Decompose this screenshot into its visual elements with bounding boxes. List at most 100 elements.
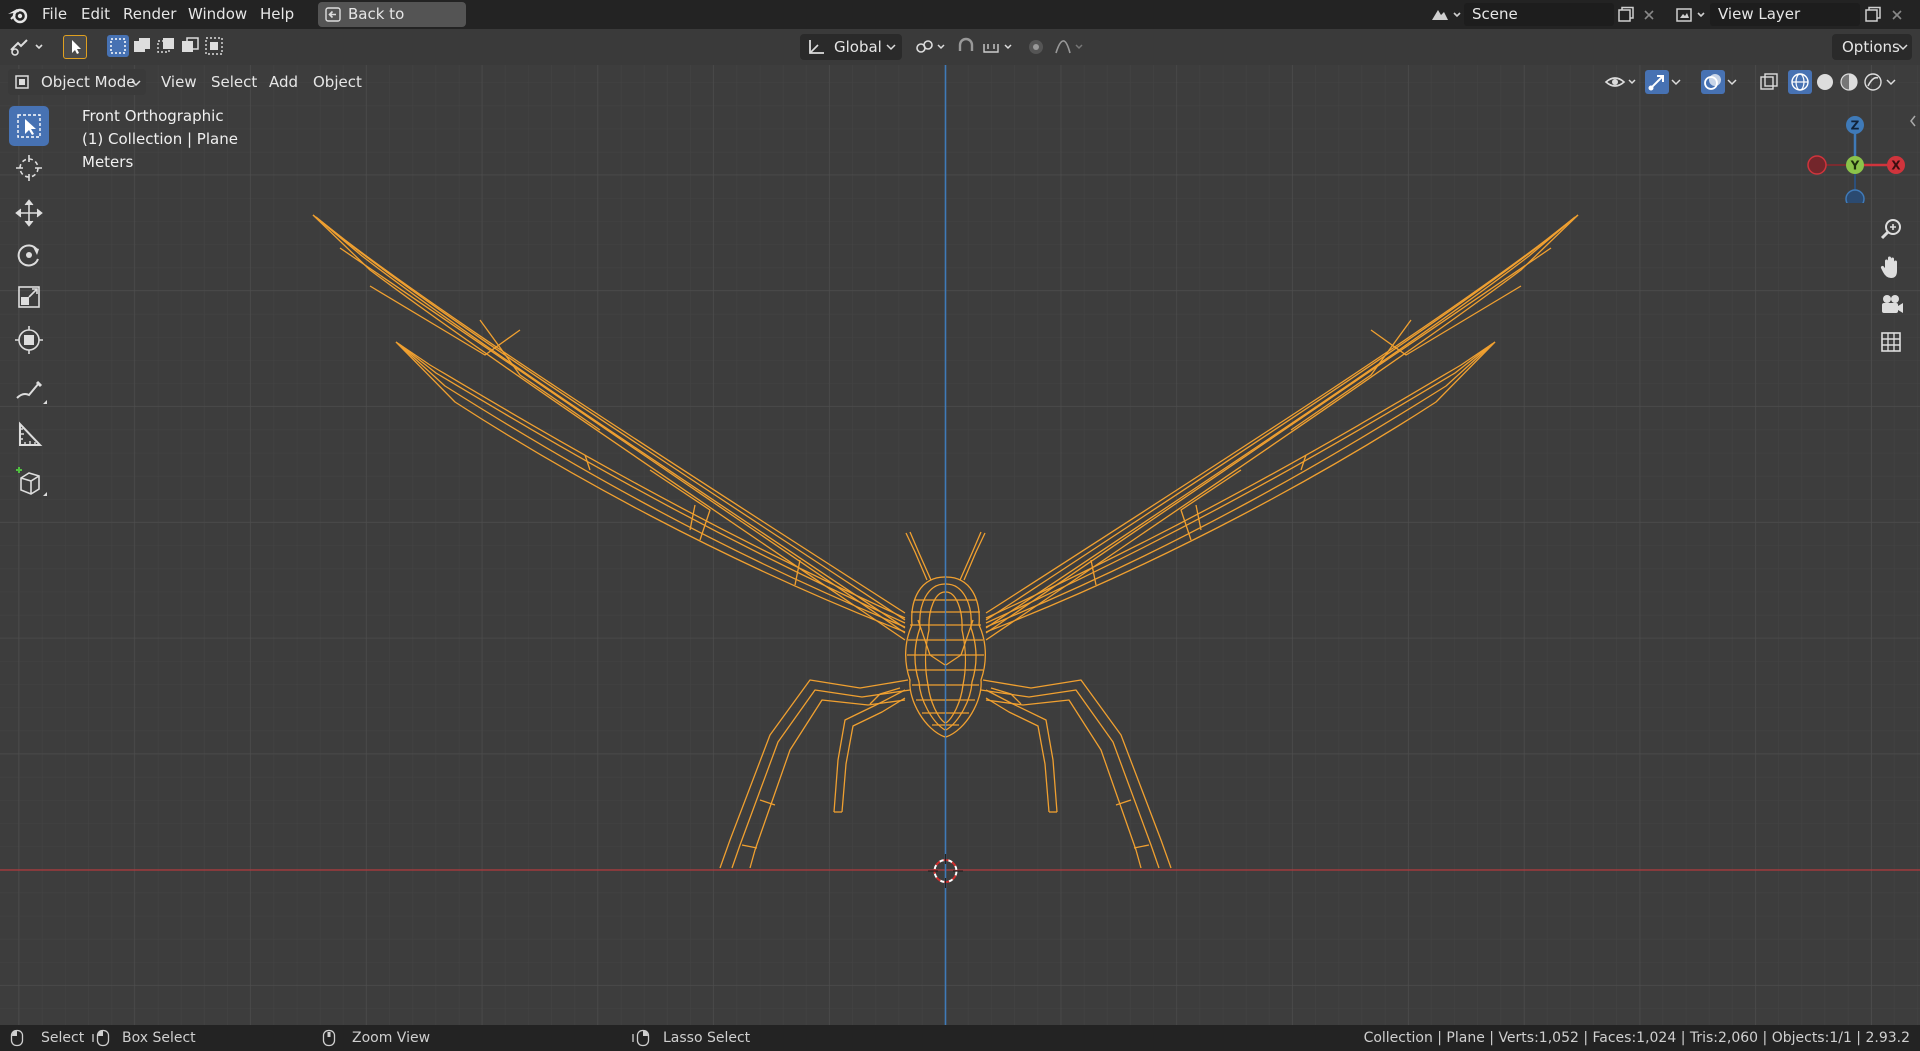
select-subtract-icon (157, 38, 174, 53)
viewport-menu-select[interactable]: Select (211, 69, 257, 95)
view-name-label: Front Orthographic (82, 107, 224, 125)
status-zoom-view-hint: Zoom View (352, 1030, 431, 1046)
wireframe-sphere-icon (1791, 73, 1809, 91)
status-box-select-hint: Box Select (122, 1030, 196, 1046)
object-mode-dropdown[interactable]: Object Mode (8, 69, 146, 95)
chevron-down-icon[interactable] (1725, 77, 1739, 87)
scene-name-field[interactable]: Scene (1464, 3, 1614, 26)
menu-render[interactable]: Render (123, 0, 176, 29)
orientation-axes-icon (809, 40, 824, 54)
status-lasso-select-hint: Lasso Select (663, 1030, 751, 1046)
viewport-menu-add[interactable]: Add (269, 69, 298, 95)
viewport-canvas[interactable] (0, 65, 1920, 1025)
gizmo-x-label: X (1891, 159, 1901, 173)
visibility-eye-icon[interactable] (1603, 71, 1639, 93)
pan-hand-icon[interactable] (1876, 252, 1906, 282)
menu-file[interactable]: File (42, 0, 67, 29)
blender-logo-icon[interactable] (7, 5, 29, 25)
selection-mode-invert-button[interactable] (179, 35, 201, 57)
chevron-down-icon (886, 44, 896, 51)
rotate-icon (17, 244, 39, 267)
solid-shading-icon[interactable] (1813, 71, 1837, 95)
rendered-shading-icon[interactable] (1861, 71, 1885, 95)
transform-orientation-dropdown[interactable]: Global (800, 34, 902, 60)
select-extend-icon (134, 38, 150, 52)
selection-mode-subtract-button[interactable] (155, 35, 177, 57)
grid-major (0, 65, 1920, 1025)
add-cube-icon (16, 467, 47, 496)
cursor-arrow-icon (72, 40, 81, 54)
scene-name-value: Scene (1472, 5, 1518, 23)
viewport-menu-view[interactable]: View (161, 69, 197, 95)
viewport-menu-object[interactable]: Object (313, 69, 362, 95)
sidebar-toggle-icon[interactable] (1908, 114, 1918, 128)
back-arrow-icon (325, 7, 341, 22)
chevron-down-icon[interactable] (1884, 77, 1898, 87)
view-layer-name-field[interactable]: View Layer (1710, 3, 1860, 26)
units-label: Meters (82, 153, 134, 171)
status-bar: Select Box Select Zoom View Lasso Select… (0, 1025, 1920, 1051)
tool-rotate[interactable] (9, 235, 49, 275)
transform-orientation-value: Global (834, 38, 882, 56)
tool-add-cube[interactable] (9, 462, 49, 502)
back-to-previous-button[interactable]: Back to Previous (318, 2, 466, 48)
selection-mode-extend-button[interactable] (131, 35, 153, 57)
remove-view-layer-icon[interactable] (1890, 8, 1904, 22)
mouse-left-icon (10, 1029, 24, 1047)
tool-select-box[interactable] (9, 106, 49, 146)
snapping-controls[interactable] (955, 34, 1017, 60)
proportional-editing-icon (1029, 40, 1083, 54)
object-mode-icon (15, 75, 29, 89)
options-dropdown[interactable]: Options (1832, 34, 1912, 60)
move-arrows-icon (15, 199, 43, 227)
pivot-point-dropdown[interactable] (910, 34, 948, 60)
mouse-middle-icon (322, 1029, 336, 1047)
view-layer-browse-icon[interactable] (1674, 5, 1710, 25)
chevron-down-icon (131, 80, 141, 87)
material-preview-icon[interactable] (1837, 71, 1861, 95)
gizmo-toggle-button[interactable] (1645, 70, 1669, 94)
xray-toggle-icon[interactable] (1758, 71, 1780, 93)
menu-window[interactable]: Window (188, 0, 247, 29)
navigation-gizmo[interactable]: Z Y X (1800, 103, 1910, 203)
menu-help[interactable]: Help (260, 0, 294, 29)
gizmo-y-label: Y (1850, 159, 1860, 173)
tool-measure[interactable] (9, 415, 49, 455)
menu-edit[interactable]: Edit (81, 0, 110, 29)
overlays-toggle-button[interactable] (1701, 70, 1725, 94)
editor-type-icon[interactable] (8, 36, 48, 58)
gizmo-arrow-icon (1648, 75, 1664, 91)
object-mode-label: Object Mode (41, 73, 136, 91)
mouse-drag-icon (92, 1029, 110, 1047)
tool-header: Global Options (0, 29, 1920, 65)
scene-statistics: Collection | Plane | Verts:1,052 | Faces… (1363, 1030, 1910, 1046)
tool-annotate[interactable] (9, 370, 49, 410)
tool-transform[interactable] (9, 320, 49, 360)
tool-scale[interactable] (9, 277, 49, 317)
selection-mode-new-button[interactable] (107, 35, 129, 57)
zoom-magnifier-icon[interactable] (1876, 215, 1906, 245)
select-new-icon (110, 38, 126, 54)
remove-scene-icon[interactable] (1642, 8, 1656, 22)
select-invert-icon (182, 37, 199, 52)
shading-wireframe-button[interactable] (1788, 70, 1812, 94)
tool-move[interactable] (9, 193, 49, 233)
active-object-label: (1) Collection | Plane (82, 130, 238, 148)
3d-viewport[interactable]: Object Mode View Select Add Object Front… (0, 65, 1920, 1025)
chevron-down-icon[interactable] (1669, 77, 1683, 87)
new-scene-icon[interactable] (1617, 6, 1635, 24)
status-select-hint: Select (41, 1030, 85, 1046)
select-box-icon (17, 114, 41, 138)
selection-mode-intersect-button[interactable] (203, 35, 225, 57)
annotate-pencil-icon (16, 380, 47, 404)
perspective-grid-icon[interactable] (1876, 327, 1906, 357)
measure-ruler-icon (19, 421, 43, 446)
mouse-right-drag-icon (632, 1029, 650, 1047)
select-tool-button[interactable] (63, 35, 87, 59)
tool-cursor[interactable] (9, 148, 49, 188)
camera-view-icon[interactable] (1876, 290, 1906, 320)
proportional-editing-controls[interactable] (1024, 34, 1088, 60)
new-view-layer-icon[interactable] (1864, 6, 1882, 24)
chevron-down-icon (1898, 44, 1908, 51)
scene-browse-icon[interactable] (1428, 5, 1464, 25)
